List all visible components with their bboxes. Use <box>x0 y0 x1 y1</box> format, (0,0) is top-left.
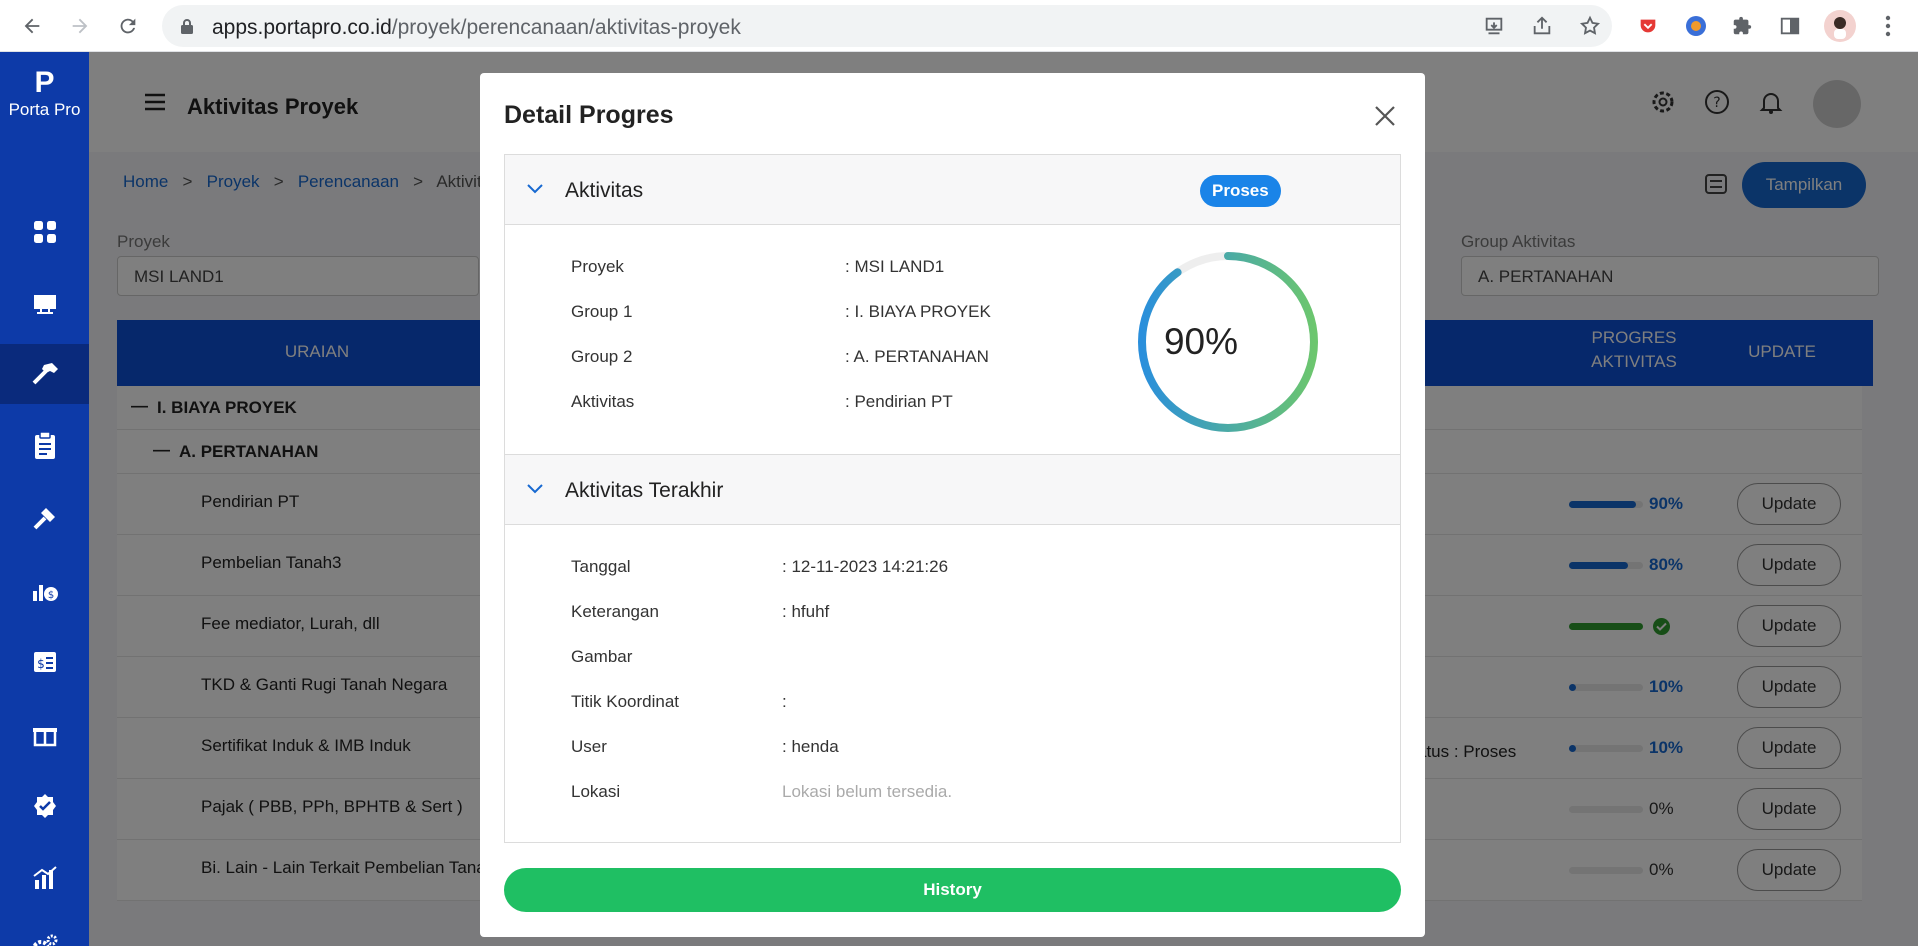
field-value: : henda <box>782 737 839 756</box>
field-value: : <box>782 692 787 711</box>
aktivitas-terakhir-panel: Aktivitas Terakhir Tanggal : 12-11-2023 1… <box>504 454 1401 843</box>
field-value: Lokasi belum tersedia. <box>782 782 953 801</box>
sidebar-item-tools[interactable] <box>0 488 89 548</box>
app-logo[interactable]: P Porta Pro <box>0 68 89 120</box>
gears-icon <box>32 934 57 946</box>
sidebar-item-approval[interactable] <box>0 776 89 836</box>
close-icon[interactable] <box>1370 101 1400 131</box>
reload-icon[interactable] <box>114 12 142 40</box>
detail-progres-modal: Detail Progres Aktivitas Proses Proyek : … <box>480 73 1425 937</box>
back-icon[interactable] <box>18 12 46 40</box>
project-board-icon <box>33 295 56 314</box>
badge-check-icon <box>33 794 56 818</box>
status-badge: Proses <box>1200 175 1281 207</box>
sidebar-item-settings[interactable] <box>0 916 89 946</box>
forward-icon[interactable] <box>66 12 94 40</box>
field-label: Group 2 <box>571 347 633 366</box>
install-icon[interactable] <box>1480 12 1508 40</box>
gift-icon <box>32 728 57 747</box>
aktivitas-panel-header[interactable]: Aktivitas Proses <box>505 155 1400 225</box>
logo-mark: P <box>34 66 55 99</box>
tools-icon <box>33 508 55 530</box>
field-value: : A. PERTANAHAN <box>845 347 989 366</box>
sidebar-item-planning[interactable] <box>0 344 89 404</box>
clipboard-icon <box>34 431 55 459</box>
sidebar-item-clipboard[interactable] <box>0 416 89 476</box>
svg-text:$: $ <box>37 657 45 671</box>
history-button[interactable]: History <box>504 868 1401 912</box>
puzzle-icon[interactable] <box>1728 12 1756 40</box>
sidebar-item-projects[interactable] <box>0 274 89 334</box>
money-chart-icon: $ <box>32 585 58 601</box>
field-label: Titik Koordinat <box>571 692 680 711</box>
sidebar-item-gift[interactable] <box>0 704 89 764</box>
svg-text:$: $ <box>47 590 53 601</box>
sidepanel-icon[interactable] <box>1776 12 1804 40</box>
field-label: Keterangan <box>571 602 659 621</box>
chevron-down-icon <box>527 481 543 499</box>
field-value: : hfuhf <box>782 602 830 621</box>
url-text: apps.portapro.co.id/proyek/perencanaan/a… <box>212 16 741 39</box>
field-label: User <box>571 737 607 756</box>
hammer-icon <box>32 363 58 385</box>
lock-icon <box>180 18 194 40</box>
modal-title: Detail Progres <box>504 101 674 129</box>
address-bar[interactable]: apps.portapro.co.id/proyek/perencanaan/a… <box>162 5 1612 47</box>
logo-text: Porta Pro <box>8 100 81 119</box>
profile-avatar-icon[interactable] <box>1824 10 1856 42</box>
field-label: Gambar <box>571 647 633 666</box>
aktivitas-terakhir-heading: Aktivitas Terakhir <box>565 479 724 502</box>
field-label: Lokasi <box>571 782 621 801</box>
share-icon[interactable] <box>1528 12 1556 40</box>
menu-dots-icon[interactable] <box>1874 12 1902 40</box>
star-icon[interactable] <box>1576 12 1604 40</box>
aktivitas-heading: Aktivitas <box>565 179 644 202</box>
sidebar-item-invoice[interactable]: $ <box>0 632 89 692</box>
browser-toolbar: apps.portapro.co.id/proyek/perencanaan/a… <box>0 0 1918 52</box>
aktivitas-terakhir-header[interactable]: Aktivitas Terakhir <box>505 455 1400 525</box>
aktivitas-panel: Aktivitas Proses Proyek : MSI LAND1 Group … <box>504 154 1401 455</box>
sidebar: P Porta Pro $ $ <box>0 52 89 946</box>
field-value: : Pendirian PT <box>845 392 953 411</box>
sidebar-item-finance[interactable]: $ <box>0 560 89 620</box>
invoice-icon: $ <box>33 652 56 672</box>
field-label: Tanggal <box>571 557 631 576</box>
field-label: Aktivitas <box>571 392 635 411</box>
pocket-icon[interactable] <box>1634 12 1662 40</box>
field-value: : 12-11-2023 14:21:26 <box>782 557 949 576</box>
dashboard-icon <box>33 221 56 243</box>
extension-icon[interactable] <box>1682 12 1710 40</box>
chevron-down-icon <box>527 181 543 199</box>
field-label: Proyek <box>571 257 624 276</box>
progress-percent: 90% <box>1163 321 1239 362</box>
field-value: : MSI LAND1 <box>845 257 945 276</box>
sidebar-item-reports[interactable] <box>0 848 89 908</box>
sidebar-item-dashboard[interactable] <box>0 202 89 262</box>
bar-chart-icon <box>32 866 57 889</box>
field-value: : I. BIAYA PROYEK <box>845 302 991 321</box>
field-label: Group 1 <box>571 302 633 321</box>
